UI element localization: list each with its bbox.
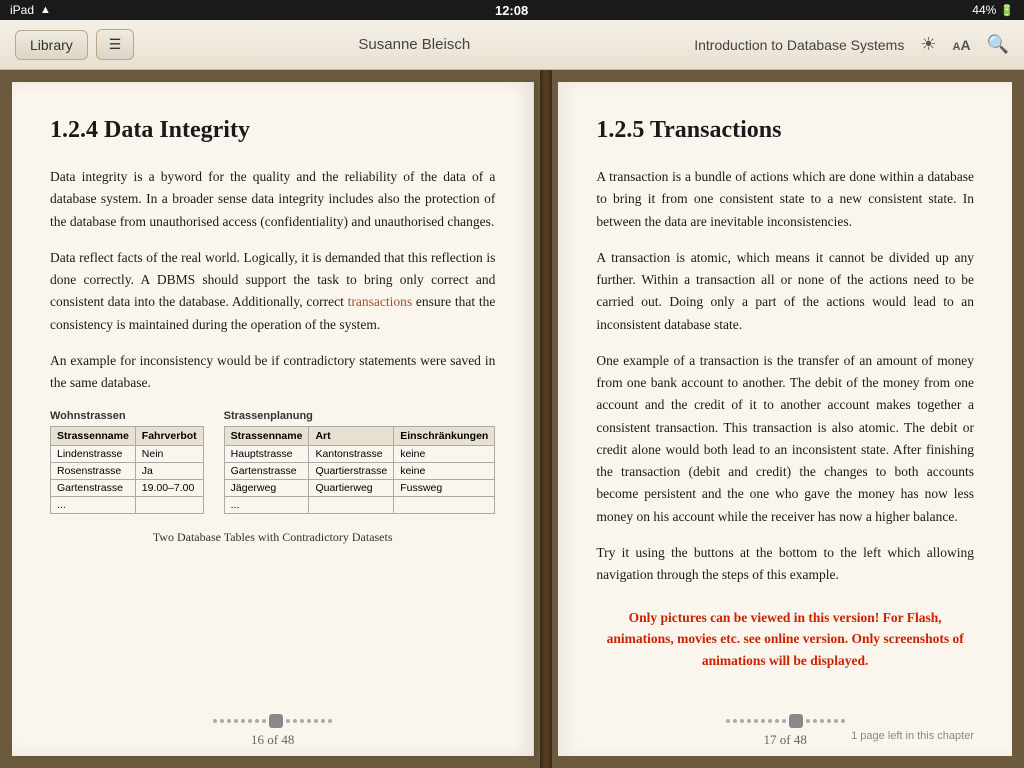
left-chapter-heading: 1.2.4 Data Integrity — [50, 117, 495, 144]
dot — [234, 719, 238, 723]
dot — [768, 719, 772, 723]
dot — [293, 719, 297, 723]
dot — [820, 719, 824, 723]
dot — [328, 719, 332, 723]
table1-title: Wohnstrassen — [50, 410, 204, 422]
dot-current — [789, 714, 803, 728]
device-label: iPad — [10, 3, 34, 17]
table2-col3-header: Einschränkungen — [394, 427, 495, 446]
right-page-dots[interactable] — [726, 714, 845, 728]
dot — [761, 719, 765, 723]
toc-button[interactable]: ☰ — [96, 29, 135, 60]
right-page-footer: 17 of 48 1 page left in this chapter — [558, 706, 1012, 756]
right-page-number: 17 of 48 — [763, 732, 806, 748]
dot — [248, 719, 252, 723]
table1-col2-header: Fahrverbot — [135, 427, 203, 446]
page-hint: 1 page left in this chapter — [851, 730, 974, 742]
dot — [321, 719, 325, 723]
dot — [782, 719, 786, 723]
book-spine — [540, 70, 552, 768]
right-page-content: 1.2.5 Transactions A transaction is a bu… — [558, 82, 1012, 756]
left-paragraph-3: An example for inconsistency would be if… — [50, 350, 495, 395]
dot — [227, 719, 231, 723]
table-row: Gartenstrasse19.00–7.00 — [51, 480, 204, 497]
table2-title: Strassenplanung — [224, 410, 496, 422]
author-name: Susanne Bleisch — [358, 36, 470, 53]
wifi-icon: ▲ — [40, 4, 51, 16]
left-page-content: 1.2.4 Data Integrity Data integrity is a… — [12, 82, 533, 756]
dot — [775, 719, 779, 723]
dot — [747, 719, 751, 723]
dot — [827, 719, 831, 723]
dot — [286, 719, 290, 723]
left-paragraph-1: Data integrity is a byword for the quali… — [50, 166, 495, 233]
table-row: GartenstrasseQuartierstrassekeine — [224, 463, 495, 480]
dot — [314, 719, 318, 723]
table-row: HauptstrasseKantonstrassekeine — [224, 446, 495, 463]
dot — [213, 719, 217, 723]
left-page-number: 16 of 48 — [251, 732, 294, 748]
tables-container: Wohnstrassen Strassenname Fahrverbot Lin… — [50, 410, 495, 514]
font-size-button[interactable]: AA — [952, 37, 970, 53]
left-paragraph-2: Data reflect facts of the real world. Lo… — [50, 247, 495, 336]
table-row: LindenstrasseNein — [51, 446, 204, 463]
transactions-link[interactable]: transactions — [348, 294, 412, 309]
table1: Strassenname Fahrverbot LindenstrasseNei… — [50, 426, 204, 514]
dot — [813, 719, 817, 723]
battery-icon: 🔋 — [1000, 4, 1014, 17]
dot — [806, 719, 810, 723]
table-row: RosenstrasseJa — [51, 463, 204, 480]
top-bar: Library ☰ Susanne Bleisch Introduction t… — [0, 20, 1024, 70]
brightness-button[interactable]: ☀ — [920, 34, 936, 55]
dot — [220, 719, 224, 723]
dot — [255, 719, 259, 723]
table-row: ... — [224, 497, 495, 514]
left-page-footer: 16 of 48 — [12, 706, 533, 756]
right-chapter-heading: 1.2.5 Transactions — [596, 117, 974, 144]
table1-col1-header: Strassenname — [51, 427, 136, 446]
table2-wrapper: Strassenplanung Strassenname Art Einschr… — [224, 410, 496, 514]
right-paragraph-3: One example of a transaction is the tran… — [596, 350, 974, 528]
right-paragraph-2: A transaction is atomic, which means it … — [596, 247, 974, 336]
library-button[interactable]: Library — [15, 30, 88, 60]
left-page-dots[interactable] — [213, 714, 332, 728]
toc-icon: ☰ — [109, 36, 122, 52]
dot — [726, 719, 730, 723]
dot — [841, 719, 845, 723]
battery-level: 44% — [972, 3, 996, 17]
dot — [740, 719, 744, 723]
dot — [733, 719, 737, 723]
dot — [307, 719, 311, 723]
right-page: 1.2.5 Transactions A transaction is a bu… — [558, 82, 1012, 756]
right-paragraph-4: Try it using the buttons at the bottom t… — [596, 542, 974, 587]
dot — [834, 719, 838, 723]
table2-col1-header: Strassenname — [224, 427, 309, 446]
table2: Strassenname Art Einschränkungen Hauptst… — [224, 426, 496, 514]
status-bar: iPad ▲ 12:08 44% 🔋 — [0, 0, 1024, 20]
dot — [262, 719, 266, 723]
library-label: Library — [30, 37, 73, 53]
dot-current — [269, 714, 283, 728]
right-paragraph-1: A transaction is a bundle of actions whi… — [596, 166, 974, 233]
left-page: 1.2.4 Data Integrity Data integrity is a… — [12, 82, 534, 756]
dot — [241, 719, 245, 723]
table2-col2-header: Art — [309, 427, 394, 446]
dot — [300, 719, 304, 723]
book-area: 1.2.4 Data Integrity Data integrity is a… — [0, 70, 1024, 768]
book-title: Introduction to Database Systems — [694, 37, 904, 53]
table-row: JägerwegQuartierwegFussweg — [224, 480, 495, 497]
flash-notice: Only pictures can be viewed in this vers… — [596, 607, 974, 672]
search-button[interactable]: 🔍 — [987, 34, 1009, 55]
time-display: 12:08 — [495, 3, 528, 18]
table-caption: Two Database Tables with Contradictory D… — [50, 530, 495, 545]
table1-wrapper: Wohnstrassen Strassenname Fahrverbot Lin… — [50, 410, 204, 514]
table-row: ... — [51, 497, 204, 514]
dot — [754, 719, 758, 723]
